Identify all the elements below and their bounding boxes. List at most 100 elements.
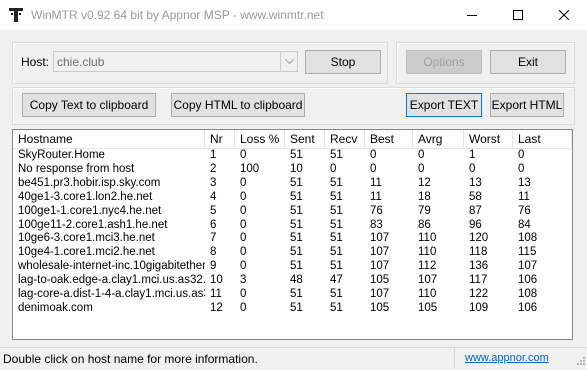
column-header-recv[interactable]: Recv <box>325 130 365 148</box>
table-row[interactable]: 100ge1-1.core1.nyc4.he.net 5 0 51 51 76 79 87 76 <box>13 205 572 218</box>
status-bar: Double click on host name for more infor… <box>0 347 587 370</box>
cell-hostname[interactable]: 100ge11-2.core1.ash1.he.net <box>13 219 205 232</box>
cell-last: 106 <box>518 274 538 287</box>
cell-sent: 51 <box>290 149 303 161</box>
cell-recv: 0 <box>330 162 337 175</box>
minimize-button[interactable] <box>449 0 495 30</box>
cell-hostname[interactable]: 10ge4-1.core1.mci2.he.net <box>13 246 205 259</box>
cell-best: 105 <box>370 301 390 314</box>
cell-hostname[interactable]: 10ge6-3.core1.mci3.he.net <box>13 232 205 245</box>
cell-nr: 1 <box>210 149 217 161</box>
cell-recv: 47 <box>330 274 343 287</box>
stop-button[interactable]: Stop <box>305 50 381 74</box>
cell-nr: 11 <box>210 288 222 300</box>
table-row[interactable]: 100ge11-2.core1.ash1.he.net 6 0 51 51 83 86 96 8… <box>13 219 572 232</box>
cell-recv: 51 <box>330 149 343 161</box>
cell-best: 0 <box>370 162 377 175</box>
cell-hostname[interactable]: No response from host <box>13 163 205 176</box>
cell-recv: 51 <box>330 204 343 217</box>
cell-worst: 0 <box>469 162 476 175</box>
cell-nr: 12 <box>210 301 223 314</box>
export-text-button[interactable]: Export TEXT <box>406 93 482 117</box>
status-hint: Double click on host name for more infor… <box>3 352 258 366</box>
table-row[interactable]: lag-to-oak.edge-a.clay1.mci.us.as32... 10… <box>13 274 572 287</box>
exit-button[interactable]: Exit <box>490 50 566 74</box>
options-button[interactable]: Options <box>406 50 482 74</box>
cell-recv: 51 <box>330 190 343 203</box>
chevron-down-icon[interactable] <box>280 52 297 71</box>
host-combobox[interactable]: chie.club <box>53 51 298 72</box>
cell-nr: 2 <box>210 162 217 175</box>
cell-avrg: 79 <box>418 204 431 217</box>
cell-hostname[interactable]: lag-core-a.dist-1-4-a.clay1.mci.us.as3..… <box>13 288 205 301</box>
cell-last: 84 <box>518 218 531 231</box>
appnor-link[interactable]: www.appnor.com <box>465 352 549 364</box>
table-row[interactable]: SkyRouter.Home 1 0 51 51 0 0 1 0 <box>13 149 572 162</box>
cell-sent: 51 <box>290 176 303 189</box>
maximize-icon <box>513 10 523 20</box>
cell-avrg: 110 <box>418 288 437 300</box>
resize-grip-icon[interactable] <box>575 354 585 368</box>
column-header-nr[interactable]: Nr <box>205 130 235 148</box>
cell-hostname[interactable]: denimoak.com <box>13 302 205 315</box>
cell-loss: 0 <box>240 176 247 189</box>
cell-nr: 7 <box>210 232 217 245</box>
column-header-best[interactable]: Best <box>365 130 413 148</box>
table-row[interactable]: wholesale-internet-inc.10gigabitether...… <box>13 260 572 273</box>
host-label: Host: <box>21 55 50 69</box>
cell-nr: 3 <box>210 176 217 189</box>
maximize-button[interactable] <box>495 0 541 30</box>
column-header-last[interactable]: Last <box>513 130 572 148</box>
cell-hostname[interactable]: 40ge1-3.core1.lon2.he.net <box>13 191 205 204</box>
cell-loss: 3 <box>240 274 247 287</box>
cell-nr: 9 <box>210 260 217 273</box>
cell-best: 107 <box>370 246 390 259</box>
cell-last: 11 <box>518 190 530 203</box>
cell-worst: 13 <box>469 176 482 189</box>
table-row[interactable]: 10ge6-3.core1.mci3.he.net 7 0 51 51 107 110 120… <box>13 232 572 245</box>
copy-text-button[interactable]: Copy Text to clipboard <box>22 93 156 117</box>
table-row[interactable]: 40ge1-3.core1.lon2.he.net 4 0 51 51 11 18 58 11 <box>13 191 572 204</box>
cell-hostname[interactable]: wholesale-internet-inc.10gigabitether... <box>13 260 205 273</box>
column-header-hostname[interactable]: Hostname <box>13 130 205 148</box>
cell-nr: 8 <box>210 246 217 259</box>
cell-recv: 51 <box>330 246 343 259</box>
export-html-button[interactable]: Export HTML <box>490 93 564 117</box>
cell-loss: 0 <box>240 149 247 161</box>
table-row[interactable]: be451.pr3.hobir.isp.sky.com 3 0 51 51 11 12 13 1… <box>13 177 572 190</box>
table-row[interactable]: lag-core-a.dist-1-4-a.clay1.mci.us.as3..… <box>13 288 572 301</box>
cell-nr: 6 <box>210 218 217 231</box>
table-row[interactable]: denimoak.com 12 0 51 51 105 105 109 106 <box>13 302 572 315</box>
cell-recv: 51 <box>330 176 343 189</box>
title-bar: WinMTR v0.92 64 bit by Appnor MSP - www.… <box>0 0 587 30</box>
cell-sent: 48 <box>290 274 303 287</box>
cell-hostname[interactable]: be451.pr3.hobir.isp.sky.com <box>13 177 205 190</box>
cell-worst: 1 <box>469 149 476 161</box>
cell-best: 11 <box>370 176 382 189</box>
results-table[interactable]: Hostname Nr Loss % Sent Recv Best Avrg Worst Las… <box>12 129 573 340</box>
cell-best: 107 <box>370 288 390 300</box>
cell-hostname[interactable]: SkyRouter.Home <box>13 149 205 162</box>
table-row[interactable]: No response from host 2 100 10 0 0 0 0 0 <box>13 163 572 176</box>
cell-avrg: 18 <box>418 190 431 203</box>
column-header-sent[interactable]: Sent <box>285 130 325 148</box>
copy-html-button[interactable]: Copy HTML to clipboard <box>171 93 305 117</box>
cell-hostname[interactable]: lag-to-oak.edge-a.clay1.mci.us.as32... <box>13 274 205 287</box>
cell-hostname[interactable]: 100ge1-1.core1.nyc4.he.net <box>13 205 205 218</box>
cell-last: 115 <box>518 246 537 259</box>
cell-worst: 96 <box>469 218 482 231</box>
close-icon <box>559 10 569 20</box>
column-header-worst[interactable]: Worst <box>464 130 513 148</box>
cell-nr: 10 <box>210 274 223 287</box>
close-button[interactable] <box>541 0 587 30</box>
minimize-icon <box>467 15 477 16</box>
table-row[interactable]: 10ge4-1.core1.mci2.he.net 8 0 51 51 107 110 118… <box>13 246 572 259</box>
column-header-avrg[interactable]: Avrg <box>413 130 464 148</box>
cell-sent: 51 <box>290 204 303 217</box>
cell-avrg: 86 <box>418 218 431 231</box>
cell-recv: 51 <box>330 260 343 273</box>
cell-sent: 51 <box>290 260 303 273</box>
column-header-loss[interactable]: Loss % <box>235 130 285 148</box>
cell-sent: 10 <box>290 162 303 175</box>
cell-last: 0 <box>518 162 525 175</box>
